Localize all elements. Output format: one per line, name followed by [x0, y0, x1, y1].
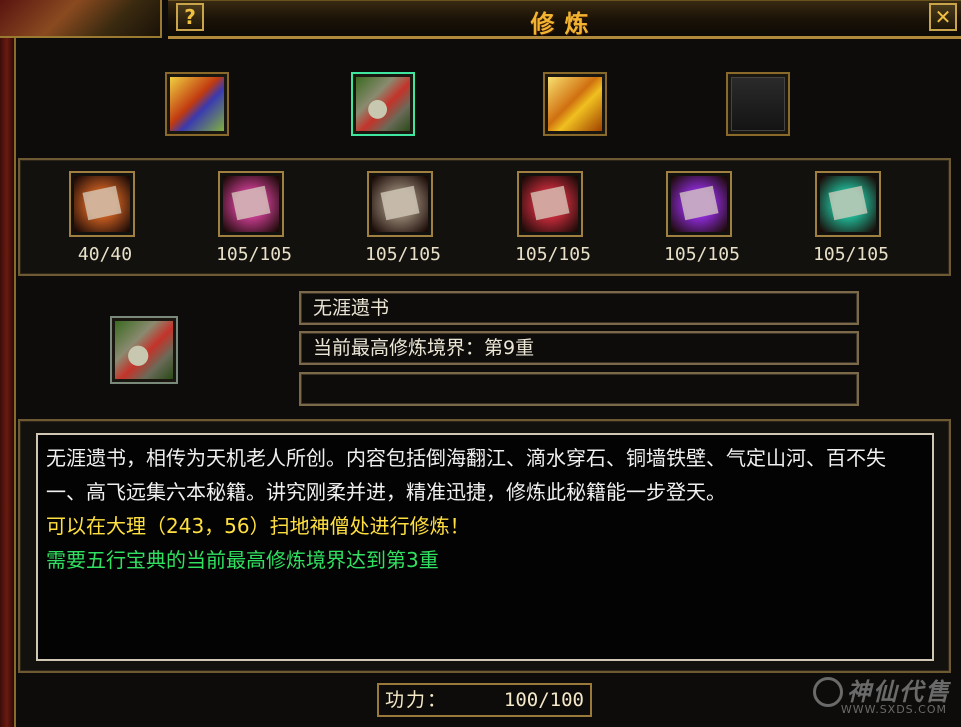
scroll-bundle-icon	[356, 77, 410, 131]
skill-count: 105/105	[664, 244, 740, 265]
category-slot-scroll-bundle[interactable]	[351, 72, 415, 136]
close-button[interactable]: ✕	[929, 3, 957, 31]
skill-slot[interactable]	[367, 171, 433, 237]
description-text: 无涯遗书，相传为天机老人所创。内容包括倒海翻江、滴水穿石、铜墙铁壁、气定山河、百…	[46, 446, 886, 504]
scroll-bundle-icon	[115, 321, 173, 379]
category-slot-empty[interactable]	[726, 72, 790, 136]
watermark-url: WWW.SXDS.COM	[840, 703, 947, 716]
selected-item-slot[interactable]	[110, 316, 178, 384]
power-label: 功力：	[385, 689, 449, 711]
skill-slot[interactable]	[815, 171, 881, 237]
category-slot-book[interactable]	[165, 72, 229, 136]
empty-slot-icon	[731, 77, 785, 131]
skill-slot[interactable]	[517, 171, 583, 237]
left-frame-decoration	[0, 0, 16, 727]
skill-slot[interactable]	[69, 171, 135, 237]
description-box: 无涯遗书，相传为天机老人所创。内容包括倒海翻江、滴水穿石、铜墙铁壁、气定山河、百…	[36, 433, 934, 661]
title-bar: ? 修炼 ✕	[168, 0, 961, 39]
window-title: 修炼	[530, 10, 599, 38]
item-realm-field: 当前最高修炼境界：第9重	[299, 331, 859, 365]
gold-chest-icon	[548, 77, 602, 131]
item-extra-field	[299, 372, 859, 406]
requirement-text: 需要五行宝典的当前最高修炼境界达到第3重	[46, 548, 439, 572]
watermark-text: 神仙代售	[847, 678, 951, 706]
skill-count: 40/40	[77, 244, 133, 265]
skill-count: 105/105	[365, 244, 441, 265]
corner-artwork	[0, 0, 162, 38]
close-icon: ✕	[934, 5, 952, 29]
skill-slot[interactable]	[218, 171, 284, 237]
watermark-logo-icon	[813, 677, 843, 707]
item-name-field: 无涯遗书	[299, 291, 859, 325]
power-bar: 功力： 100/100	[377, 683, 592, 717]
power-value: 100/100	[503, 689, 584, 711]
category-slot-gold-chest[interactable]	[543, 72, 607, 136]
skill-count: 105/105	[515, 244, 591, 265]
location-text: 可以在大理（243，56）扫地神僧处进行修炼！	[46, 514, 470, 538]
skill-slot[interactable]	[666, 171, 732, 237]
book-icon	[170, 77, 224, 131]
skill-count: 105/105	[813, 244, 889, 265]
skill-count: 105/105	[216, 244, 292, 265]
